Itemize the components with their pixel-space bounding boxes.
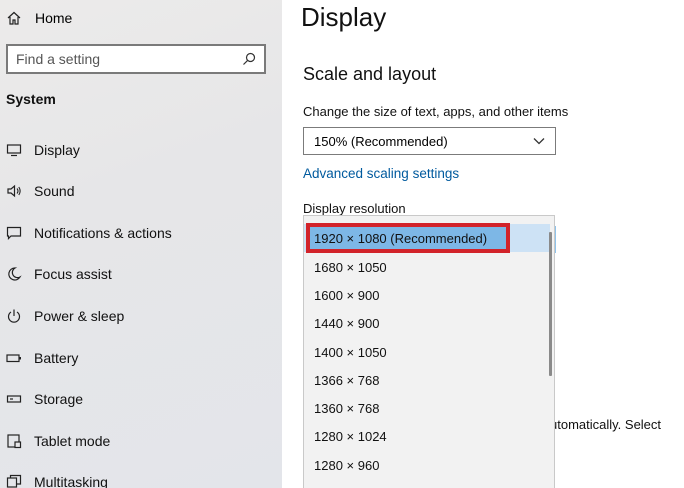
resolution-option[interactable]: 1600 × 900 bbox=[304, 281, 550, 309]
home-icon bbox=[7, 11, 21, 25]
sidebar-item-label: Battery bbox=[34, 350, 79, 366]
sidebar-item-label: Power & sleep bbox=[34, 308, 125, 324]
main-content: Display Scale and layout Change the size… bbox=[282, 0, 684, 488]
multitasking-icon bbox=[6, 474, 22, 488]
search-placeholder: Find a setting bbox=[16, 51, 101, 67]
sidebar-item-battery[interactable]: Battery bbox=[6, 347, 78, 369]
resolution-option[interactable]: 1280 × 960 bbox=[304, 451, 550, 479]
resolution-option[interactable]: 1440 × 900 bbox=[304, 309, 550, 337]
scale-dropdown[interactable]: 150% (Recommended) bbox=[303, 127, 556, 155]
sidebar-item-sound[interactable]: Sound bbox=[6, 180, 74, 202]
storage-icon bbox=[6, 395, 22, 403]
sidebar-item-tablet-mode[interactable]: Tablet mode bbox=[6, 430, 110, 452]
sidebar-item-power-sleep[interactable]: Power & sleep bbox=[6, 305, 124, 327]
sidebar-item-label: Storage bbox=[34, 391, 84, 407]
scale-dropdown-value: 150% (Recommended) bbox=[314, 133, 448, 149]
sidebar: Home Find a setting System Display Sound… bbox=[0, 0, 282, 488]
sidebar-item-label: Focus assist bbox=[34, 266, 112, 282]
notification-icon bbox=[6, 226, 22, 240]
monitor-icon bbox=[6, 144, 22, 157]
resolution-label: Display resolution bbox=[303, 201, 406, 216]
scale-label: Change the size of text, apps, and other… bbox=[303, 104, 569, 119]
sidebar-item-notifications[interactable]: Notifications & actions bbox=[6, 222, 172, 244]
sidebar-item-focus-assist[interactable]: Focus assist bbox=[6, 263, 112, 285]
search-icon[interactable] bbox=[242, 52, 256, 66]
sidebar-item-display[interactable]: Display bbox=[6, 139, 80, 161]
home-nav-item[interactable]: Home bbox=[6, 8, 72, 28]
advanced-scaling-link[interactable]: Advanced scaling settings bbox=[303, 166, 459, 181]
search-input[interactable]: Find a setting bbox=[6, 44, 266, 74]
orientation-description-text: utomatically. Select bbox=[550, 417, 662, 432]
dropdown-scrollbar[interactable] bbox=[549, 232, 552, 376]
sidebar-item-label: Sound bbox=[34, 183, 75, 199]
resolution-option[interactable]: 1360 × 768 bbox=[304, 394, 550, 422]
sidebar-item-label: Notifications & actions bbox=[34, 225, 172, 241]
page-title: Display bbox=[301, 2, 387, 32]
resolution-option[interactable]: 1366 × 768 bbox=[304, 366, 550, 394]
sidebar-item-label: Tablet mode bbox=[34, 433, 111, 449]
sidebar-item-label: Multitasking bbox=[34, 474, 108, 488]
scale-section-title: Scale and layout bbox=[303, 64, 437, 84]
speaker-icon bbox=[7, 184, 21, 198]
tablet-icon bbox=[7, 434, 22, 449]
sidebar-item-storage[interactable]: Storage bbox=[6, 388, 83, 410]
battery-icon bbox=[6, 354, 21, 363]
sidebar-item-label: Display bbox=[34, 142, 80, 158]
resolution-option[interactable]: 1400 × 1050 bbox=[304, 338, 550, 366]
power-icon bbox=[7, 309, 21, 323]
section-title-system: System bbox=[6, 91, 56, 107]
selected-resolution-label: 1920 × 1080 (Recommended) bbox=[314, 230, 488, 246]
moon-icon bbox=[8, 267, 22, 281]
chevron-down-icon bbox=[533, 138, 545, 145]
resolution-option[interactable]: 1680 × 1050 bbox=[304, 253, 550, 281]
resolution-dropdown-list[interactable]: 1680 × 1050 1600 × 900 1440 × 900 1400 ×… bbox=[303, 215, 555, 488]
sidebar-item-multitasking[interactable]: Multitasking bbox=[6, 471, 108, 488]
resolution-option[interactable]: 1280 × 1024 bbox=[304, 422, 550, 450]
home-label: Home bbox=[35, 10, 73, 26]
